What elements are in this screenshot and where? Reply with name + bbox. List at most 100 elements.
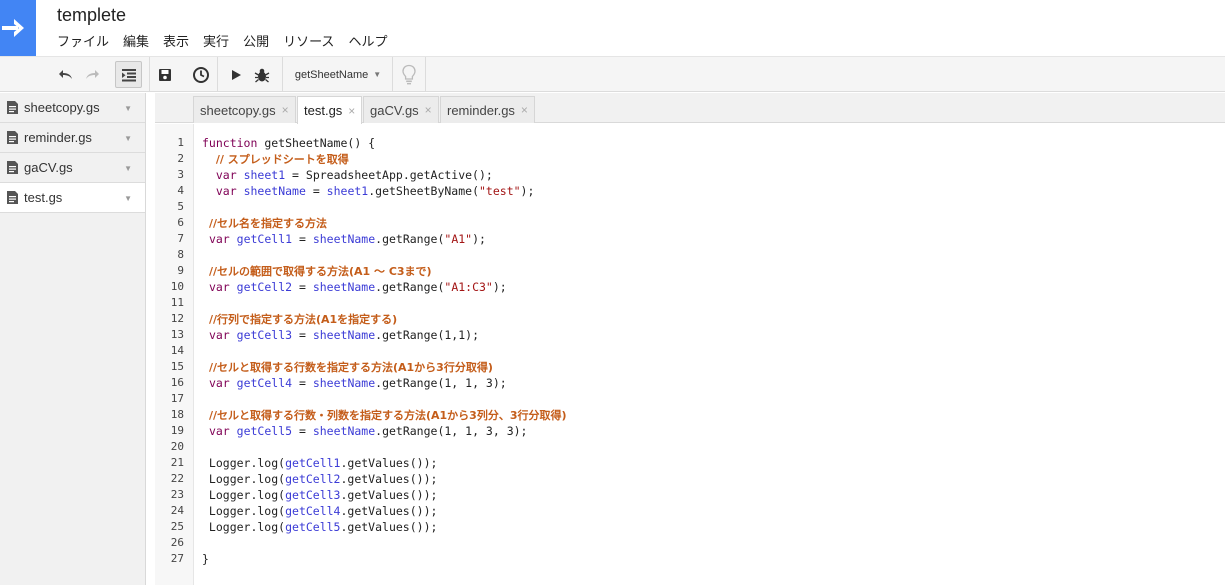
code-token: Logger.log( bbox=[202, 504, 286, 518]
code-editor[interactable]: function getSheetName() { // スプレッドシートを取得… bbox=[195, 124, 1225, 585]
code-token: //セルと取得する行数を指定する方法(A1から3行分取得) bbox=[208, 361, 493, 374]
code-token: sheet1 bbox=[243, 168, 286, 182]
code-token: getCell5 bbox=[236, 424, 293, 438]
debug-button[interactable] bbox=[250, 61, 274, 88]
menu-run[interactable]: 実行 bbox=[196, 33, 236, 51]
code-token: Logger.log( bbox=[202, 456, 286, 470]
close-icon[interactable]: × bbox=[521, 103, 528, 117]
line-number: 4 bbox=[177, 184, 184, 197]
code-line: var getCell5 = sheetName.getRange(1, 1, … bbox=[202, 423, 528, 439]
code-token: var bbox=[215, 168, 237, 182]
code-token: .getValues()); bbox=[340, 472, 438, 486]
line-number: 16 bbox=[170, 376, 184, 389]
line-number: 24 bbox=[170, 504, 184, 517]
code-token: ); bbox=[520, 184, 535, 198]
code-token: var bbox=[215, 184, 237, 198]
code-line: //セルの範囲で取得する方法(A1 〜 C3まで) bbox=[202, 263, 432, 280]
chevron-down-icon[interactable]: ▼ bbox=[124, 104, 132, 113]
chevron-down-icon[interactable]: ▼ bbox=[124, 134, 132, 143]
chevron-down-icon[interactable]: ▼ bbox=[124, 164, 132, 173]
menu-view[interactable]: 表示 bbox=[156, 33, 196, 51]
line-number: 3 bbox=[177, 168, 184, 181]
file-icon bbox=[7, 131, 18, 144]
apps-script-logo[interactable] bbox=[0, 0, 36, 56]
code-token: getSheetName() { bbox=[257, 136, 376, 150]
line-number: 2 bbox=[177, 152, 184, 165]
menu-help[interactable]: ヘルプ bbox=[341, 33, 394, 51]
code-token: sheetName bbox=[312, 232, 376, 246]
lightbulb-icon bbox=[402, 64, 416, 84]
line-number: 15 bbox=[170, 360, 184, 373]
code-line: //行列で指定する方法(A1を指定する) bbox=[202, 311, 397, 328]
file-item-reminder[interactable]: reminder.gs ▼ bbox=[0, 123, 145, 153]
menu-edit[interactable]: 編集 bbox=[116, 33, 156, 51]
code-token: "A1" bbox=[444, 232, 473, 246]
debug-icon bbox=[254, 68, 270, 82]
redo-button[interactable] bbox=[80, 61, 104, 88]
tab-test[interactable]: test.gs × bbox=[297, 96, 363, 124]
save-button[interactable] bbox=[153, 61, 177, 88]
execution-hint-button[interactable] bbox=[396, 61, 422, 88]
toolbar-divider bbox=[282, 57, 283, 92]
run-button[interactable] bbox=[224, 61, 248, 88]
file-item-test[interactable]: test.gs ▼ bbox=[0, 183, 145, 213]
code-line: Logger.log(getCell5.getValues()); bbox=[202, 519, 438, 535]
code-token: .getSheetByName( bbox=[368, 184, 479, 198]
code-line: var getCell1 = sheetName.getRange("A1"); bbox=[202, 231, 486, 247]
close-icon[interactable]: × bbox=[425, 103, 432, 117]
file-item-gacv[interactable]: gaCV.gs ▼ bbox=[0, 153, 145, 183]
undo-button[interactable] bbox=[54, 61, 78, 88]
project-title[interactable]: templete bbox=[57, 5, 126, 26]
code-token: getCell3 bbox=[285, 488, 341, 502]
file-item-sheetcopy[interactable]: sheetcopy.gs ▼ bbox=[0, 93, 145, 123]
code-token: getCell1 bbox=[285, 456, 341, 470]
line-number: 6 bbox=[177, 216, 184, 229]
line-number: 19 bbox=[170, 424, 184, 437]
function-select-value: getSheetName bbox=[294, 68, 369, 81]
tab-gacv[interactable]: gaCV.gs × bbox=[363, 96, 439, 123]
tab-reminder[interactable]: reminder.gs × bbox=[440, 96, 535, 123]
file-item-label: reminder.gs bbox=[24, 130, 92, 145]
code-token: sheetName bbox=[312, 328, 376, 342]
code-token: = bbox=[292, 232, 313, 246]
code-token: "test" bbox=[479, 184, 521, 198]
file-icon bbox=[7, 191, 18, 204]
line-number: 11 bbox=[170, 296, 184, 309]
function-select[interactable]: getSheetName ▼ bbox=[288, 61, 388, 88]
indent-icon bbox=[121, 68, 136, 81]
tab-sheetcopy[interactable]: sheetcopy.gs × bbox=[193, 96, 296, 123]
code-token: getCell2 bbox=[285, 472, 341, 486]
code-token: = bbox=[305, 184, 327, 198]
auto-indent-button[interactable] bbox=[115, 61, 142, 88]
file-list: sheetcopy.gs ▼ reminder.gs ▼ gaCV.gs ▼ t… bbox=[0, 93, 146, 585]
line-number: 17 bbox=[170, 392, 184, 405]
code-line: var getCell4 = sheetName.getRange(1, 1, … bbox=[202, 375, 507, 391]
close-icon[interactable]: × bbox=[348, 104, 355, 118]
menu-resources[interactable]: リソース bbox=[276, 33, 341, 51]
chevron-down-icon[interactable]: ▼ bbox=[124, 194, 132, 203]
code-token: var bbox=[208, 424, 230, 438]
code-token: sheet1 bbox=[326, 184, 369, 198]
code-token: function bbox=[202, 136, 258, 150]
code-token: = bbox=[292, 376, 313, 390]
code-token: = bbox=[292, 328, 313, 342]
code-token: sheetName bbox=[312, 376, 376, 390]
redo-icon bbox=[86, 69, 99, 79]
menu-publish[interactable]: 公開 bbox=[236, 33, 276, 51]
code-token: = SpreadsheetApp.getActive(); bbox=[285, 168, 493, 182]
triggers-button[interactable] bbox=[189, 61, 213, 88]
code-token: Logger.log( bbox=[202, 488, 286, 502]
code-line: //セルと取得する行数を指定する方法(A1から3行分取得) bbox=[202, 359, 493, 376]
line-number: 23 bbox=[170, 488, 184, 501]
close-icon[interactable]: × bbox=[282, 103, 289, 117]
menu-file[interactable]: ファイル bbox=[50, 33, 116, 51]
